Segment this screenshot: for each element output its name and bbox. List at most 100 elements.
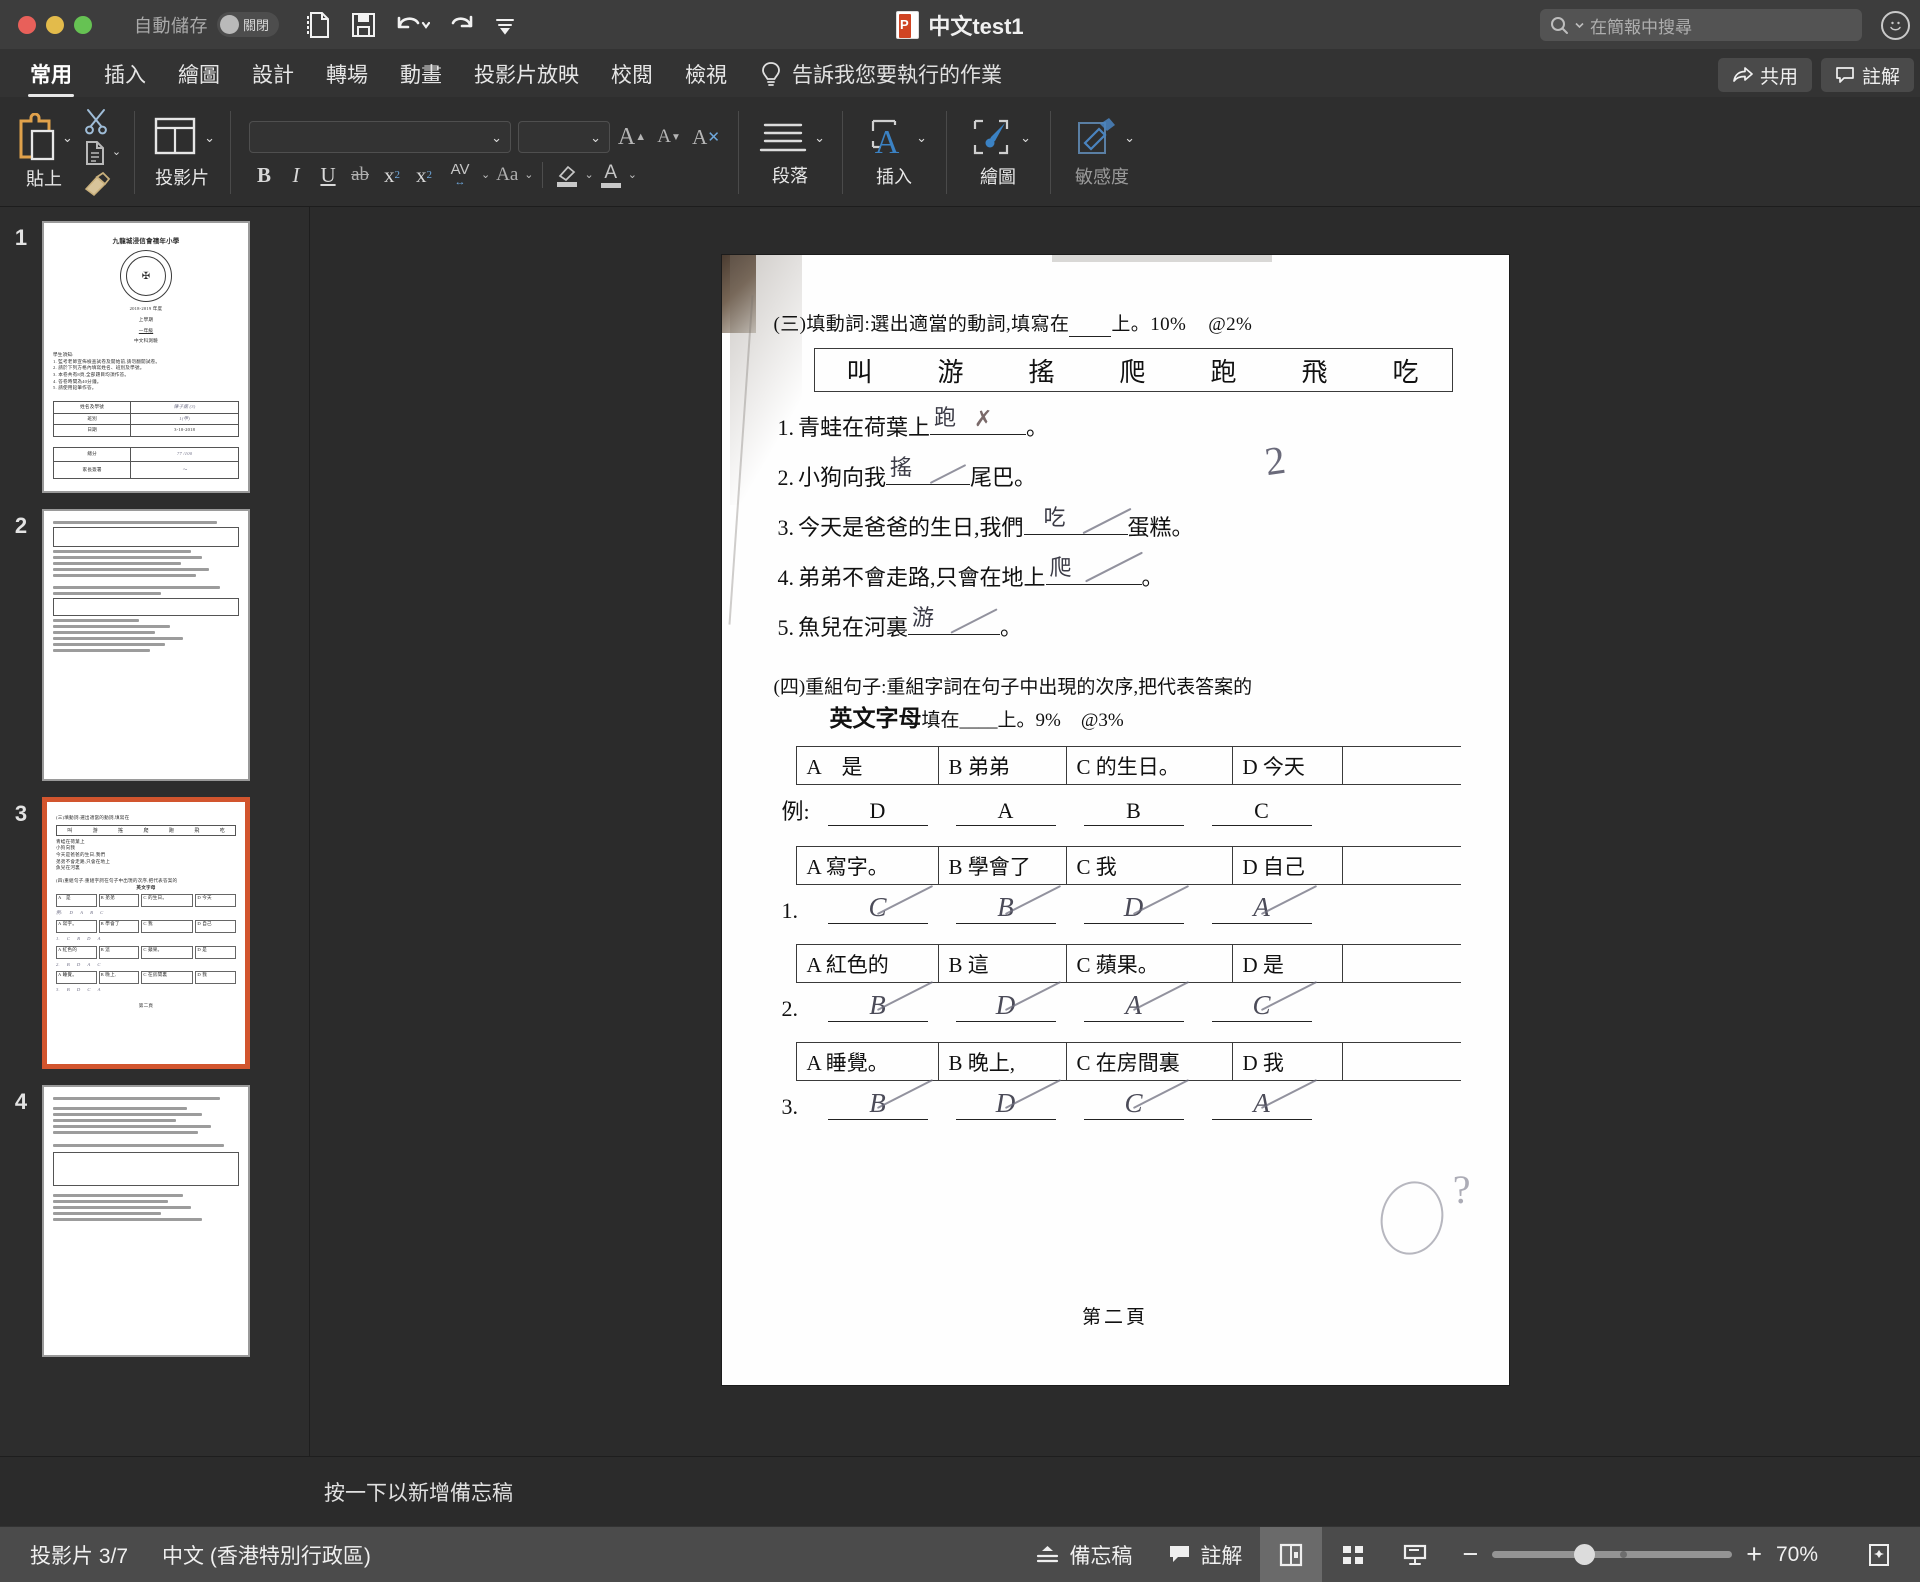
notes-toggle-button[interactable]: 備忘稿 — [1017, 1527, 1150, 1582]
reading-view-button[interactable] — [1384, 1527, 1446, 1582]
sensitivity-button[interactable]: ⌄ 敏感度 — [1059, 97, 1145, 206]
zoom-slider[interactable] — [1492, 1544, 1733, 1565]
text-highlight-button[interactable] — [552, 160, 582, 190]
comments-toggle-button[interactable]: 註解 — [1150, 1527, 1260, 1582]
paragraph-chevron-down-icon[interactable]: ⌄ — [814, 131, 825, 144]
tab-insert[interactable]: 插入 — [88, 50, 162, 97]
tab-review[interactable]: 校閱 — [595, 50, 669, 97]
language-indicator[interactable]: 中文 (香港特別行政區) — [162, 1540, 371, 1570]
font-color-chevron-down-icon[interactable]: ⌄ — [628, 169, 637, 181]
character-spacing-chevron-down-icon[interactable]: ⌄ — [481, 169, 490, 181]
strikethrough-button[interactable]: ab — [345, 160, 375, 190]
normal-view-button[interactable] — [1260, 1526, 1323, 1582]
zoom-percentage[interactable]: 70% — [1776, 1543, 1832, 1567]
copy-chevron-down-icon[interactable]: ⌄ — [112, 147, 121, 158]
maximize-window-button[interactable] — [74, 15, 92, 34]
list-item[interactable]: 4 — [0, 1085, 309, 1373]
font-color-button[interactable]: A — [596, 160, 626, 190]
change-case-button[interactable]: Aa — [492, 160, 522, 190]
slide-editing-area[interactable]: (三)填動詞:選出適當的動詞,填寫在 上。10% @2% 叫 游 搖 爬 跑 飛 … — [310, 207, 1920, 1456]
font-size-chevron-down-icon[interactable]: ⌄ — [590, 131, 601, 144]
share-button[interactable]: 共用 — [1717, 58, 1812, 92]
autosave-control[interactable]: 自動儲存 關閉 — [134, 12, 279, 38]
tab-design[interactable]: 設計 — [236, 50, 310, 97]
zoom-control[interactable]: − + 70% — [1446, 1539, 1848, 1570]
change-case-chevron-down-icon[interactable]: ⌄ — [524, 169, 533, 181]
sensitivity-chevron-down-icon[interactable]: ⌄ — [1124, 131, 1135, 144]
shrink-font-button[interactable]: A ▼ — [654, 122, 684, 152]
paste-button[interactable]: ⌄ 貼上 — [9, 97, 79, 206]
font-name-combo[interactable]: ⌄ — [249, 121, 512, 153]
section4-answer-row-3: 3. B D C A — [782, 1079, 1475, 1120]
cover-notice-5: 5. 請使用鉛筆作答。 — [53, 385, 97, 391]
close-window-button[interactable] — [18, 15, 36, 34]
zoom-in-button[interactable]: + — [1746, 1539, 1762, 1570]
ribbon-tabs: 常用 插入 繪圖 設計 轉場 動畫 投影片放映 校閱 檢視 — [0, 50, 743, 97]
font-name-chevron-down-icon[interactable]: ⌄ — [491, 131, 502, 144]
new-slide-chevron-down-icon[interactable]: ⌄ — [204, 131, 215, 144]
new-from-template-icon[interactable] — [305, 11, 331, 39]
save-icon[interactable] — [351, 12, 376, 38]
thumbnail-number: 3 — [14, 801, 28, 826]
thumbnail-slide-3[interactable]: (三)填動詞:選出適當的動詞,填寫在 叫游搖爬跑飛吃 青蛙在荷葉上 小狗向我 今… — [42, 797, 250, 1069]
paragraph-button[interactable]: ⌄ 段落 — [747, 97, 833, 206]
list-item[interactable]: 2 — [0, 509, 309, 797]
search-input[interactable]: 在簡報中搜尋 — [1540, 9, 1862, 41]
format-painter-icon — [84, 171, 111, 196]
paste-chevron-down-icon[interactable]: ⌄ — [62, 131, 73, 144]
option-cell: C 蘋果。 — [1067, 945, 1233, 982]
customize-toolbar-icon[interactable] — [494, 15, 516, 35]
thumbnail-slide-2[interactable] — [42, 509, 250, 781]
comments-button[interactable]: 註解 — [1820, 58, 1914, 92]
current-slide[interactable]: (三)填動詞:選出適當的動詞,填寫在 上。10% @2% 叫 游 搖 爬 跑 飛 … — [721, 255, 1509, 1385]
clear-formatting-button[interactable]: A ✕ — [691, 122, 721, 152]
copy-button[interactable]: ⌄ — [83, 139, 121, 167]
new-slide-button[interactable]: ⌄ 投影片 — [143, 97, 221, 206]
insert-chevron-down-icon[interactable]: ⌄ — [916, 131, 927, 144]
character-spacing-button[interactable]: AV ↔ — [441, 160, 479, 190]
answer-slot: D — [955, 1079, 1061, 1120]
tab-animations[interactable]: 動畫 — [384, 50, 458, 97]
underline-button[interactable]: U — [313, 160, 343, 190]
highlight-chevron-down-icon[interactable]: ⌄ — [584, 169, 593, 181]
paragraph-label: 段落 — [772, 165, 809, 186]
window-controls[interactable] — [0, 15, 92, 34]
notes-placeholder[interactable]: 按一下以新增備忘稿 — [310, 1477, 513, 1507]
bold-button[interactable]: B — [249, 160, 279, 190]
thumbnail-slide-1[interactable]: 九龍城浸信會禧年小學 ✠ 2018-2019 年度 上學期 一年級 中文科測驗 … — [42, 221, 250, 493]
tab-home[interactable]: 常用 — [14, 50, 88, 97]
draw-chevron-down-icon[interactable]: ⌄ — [1020, 131, 1031, 144]
grow-font-button[interactable]: A ▲ — [617, 122, 647, 152]
superscript-button[interactable]: x2 — [377, 160, 407, 190]
section4-heading-marks: @3% — [1080, 710, 1124, 731]
thumbnail-slide-4[interactable] — [42, 1085, 250, 1357]
font-size-combo[interactable]: ⌄ — [518, 121, 611, 153]
slide-thumbnail-pane[interactable]: 1 九龍城浸信會禧年小學 ✠ 2018-2019 年度 上學期 一年級 中文科測… — [0, 207, 310, 1456]
tab-slide-show[interactable]: 投影片放映 — [458, 50, 595, 97]
italic-button[interactable]: I — [281, 160, 311, 190]
account-avatar-icon[interactable] — [1881, 11, 1910, 40]
paste-icon — [19, 112, 55, 160]
subscript-button[interactable]: x2 — [409, 160, 439, 190]
list-item[interactable]: 3 (三)填動詞:選出適當的動詞,填寫在 叫游搖爬跑飛吃 青蛙在荷葉上 小狗向我… — [0, 797, 309, 1085]
tab-draw[interactable]: 繪圖 — [162, 50, 236, 97]
fit-to-window-button[interactable] — [1848, 1527, 1910, 1582]
minimize-window-button[interactable] — [46, 15, 64, 34]
notes-pane[interactable]: 按一下以新增備忘稿 — [0, 1456, 1920, 1526]
section4-options-row: A 睡覺。 B 晚上, C 在房間裏 D 我 — [795, 1042, 1461, 1081]
slide-sorter-view-button[interactable] — [1322, 1527, 1384, 1582]
tab-transitions[interactable]: 轉場 — [310, 50, 384, 97]
section4-options-row: A 紅色的 B 這 C 蘋果。 D 是 — [795, 944, 1461, 983]
tell-me-box[interactable]: 告訴我您要執行的作業 — [761, 50, 1002, 97]
autosave-toggle[interactable]: 關閉 — [217, 12, 279, 37]
undo-icon[interactable] — [396, 13, 430, 37]
cut-button[interactable] — [83, 107, 121, 135]
zoom-slider-handle[interactable] — [1574, 1544, 1596, 1565]
zoom-out-button[interactable]: − — [1462, 1539, 1478, 1570]
format-painter-button[interactable] — [83, 171, 121, 197]
tab-view[interactable]: 檢視 — [669, 50, 743, 97]
draw-button[interactable]: ⌄ 繪圖 — [955, 97, 1041, 206]
insert-button[interactable]: A ⌄ 插入 — [851, 97, 937, 206]
redo-icon[interactable] — [450, 13, 474, 37]
list-item[interactable]: 1 九龍城浸信會禧年小學 ✠ 2018-2019 年度 上學期 一年級 中文科測… — [0, 221, 309, 509]
